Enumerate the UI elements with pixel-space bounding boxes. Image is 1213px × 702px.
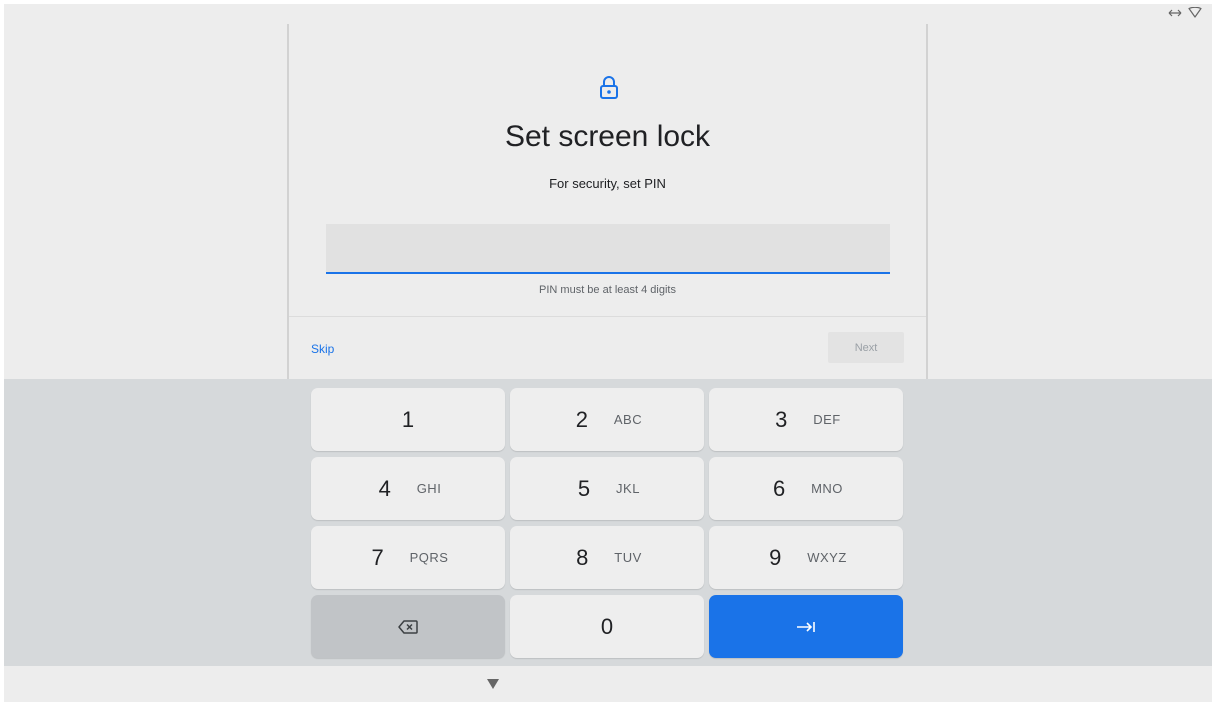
pin-input[interactable] (326, 224, 890, 274)
divider (289, 316, 926, 317)
key-digit: 8 (576, 544, 589, 570)
next-button[interactable]: Next (828, 332, 904, 363)
triangle-down-icon[interactable] (486, 678, 500, 690)
key-digit: 0 (600, 613, 614, 639)
wifi-icon (1188, 7, 1202, 18)
key-2[interactable]: 2 ABC (510, 388, 704, 451)
key-digit: 5 (577, 475, 591, 501)
key-1[interactable]: 1 (311, 388, 505, 451)
skip-button[interactable]: Skip (311, 342, 334, 356)
swap-horiz-icon (1168, 8, 1182, 18)
key-letters: PQRS (409, 550, 449, 565)
numeric-keyboard: 1 2 ABC 3 DEF 4 GHI 5 JKL 6 MNO 7 PQRS 8 (4, 379, 1212, 666)
key-digit: 4 (378, 475, 391, 501)
key-digit: 2 (575, 406, 588, 432)
key-letters: JKL (616, 481, 640, 496)
key-letters: WXYZ (807, 550, 847, 565)
key-6[interactable]: 6 MNO (709, 457, 903, 520)
key-digit: 9 (769, 544, 782, 570)
key-letters: GHI (416, 481, 442, 496)
lock-icon (600, 76, 618, 99)
page-subtitle: For security, set PIN (549, 176, 666, 191)
key-9[interactable]: 9 WXYZ (709, 526, 903, 589)
navigation-bar (4, 666, 1212, 702)
key-digit: 7 (371, 544, 384, 570)
key-5[interactable]: 5 JKL (510, 457, 704, 520)
backspace-key[interactable] (311, 595, 505, 658)
key-digit: 1 (401, 406, 415, 432)
key-0[interactable]: 0 (510, 595, 704, 658)
status-bar (1168, 7, 1202, 18)
page-title: Set screen lock (504, 120, 711, 153)
key-letters: DEF (813, 412, 841, 427)
key-letters: MNO (811, 481, 843, 496)
key-8[interactable]: 8 TUV (510, 526, 704, 589)
screen: Set screen lock For security, set PIN PI… (4, 4, 1212, 702)
key-letters: ABC (613, 412, 643, 427)
backspace-icon (398, 619, 418, 634)
key-7[interactable]: 7 PQRS (311, 526, 505, 589)
key-digit: 3 (775, 406, 788, 432)
enter-key[interactable] (709, 595, 903, 658)
key-letters: TUV (614, 550, 642, 565)
key-4[interactable]: 4 GHI (311, 457, 505, 520)
key-digit: 6 (772, 475, 786, 501)
tab-forward-icon (797, 621, 815, 632)
pin-hint: PIN must be at least 4 digits (539, 284, 676, 296)
key-3[interactable]: 3 DEF (709, 388, 903, 451)
setup-card: Set screen lock For security, set PIN PI… (287, 24, 928, 384)
